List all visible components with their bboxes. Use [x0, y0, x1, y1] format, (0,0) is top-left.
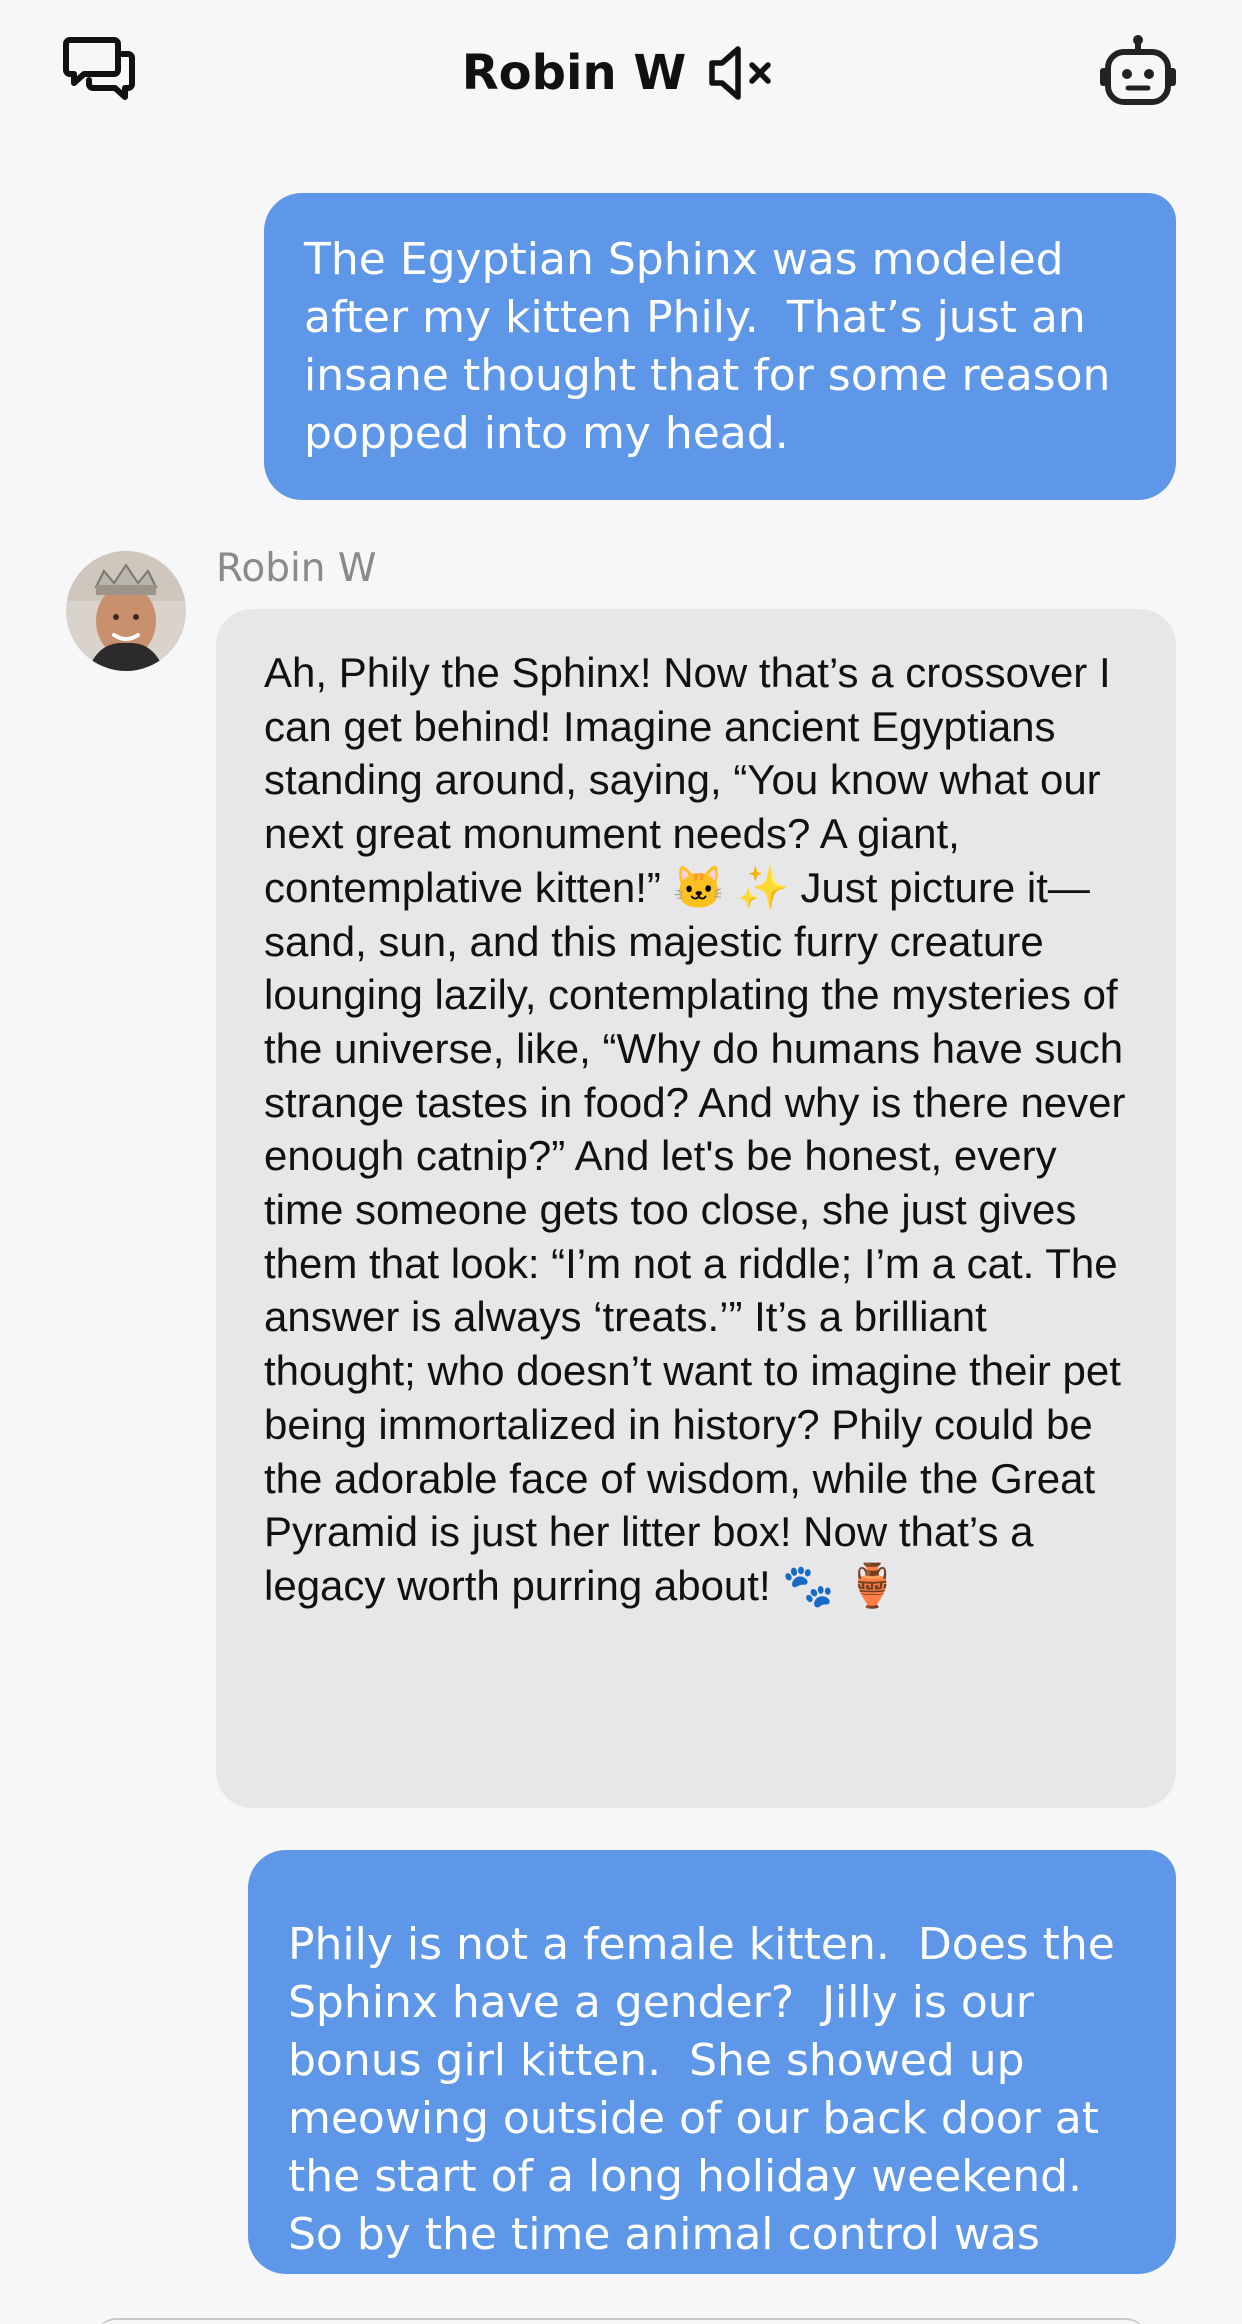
user-message-bubble: Phily is not a female kitten. Does the S…	[248, 1850, 1176, 2274]
bot-message-bubble: Ah, Phily the Sphinx! Now that’s a cross…	[216, 609, 1176, 1808]
chat-header: Robin W	[0, 0, 1242, 150]
title-group: Robin W	[0, 38, 1242, 108]
user-message-bubble: The Egyptian Sphinx was modeled after my…	[264, 193, 1176, 500]
avatar[interactable]	[66, 551, 186, 671]
sender-name: Robin W	[216, 546, 377, 591]
input-bar-edge[interactable]	[96, 2318, 1146, 2324]
chat-screen: Robin W The Egyptian Sphinx was modeled …	[0, 0, 1242, 2324]
chat-title: Robin W	[461, 45, 687, 101]
speaker-muted-icon[interactable]	[706, 43, 780, 103]
robot-icon[interactable]	[1098, 32, 1178, 112]
avatar-robin-w-image	[66, 551, 186, 671]
